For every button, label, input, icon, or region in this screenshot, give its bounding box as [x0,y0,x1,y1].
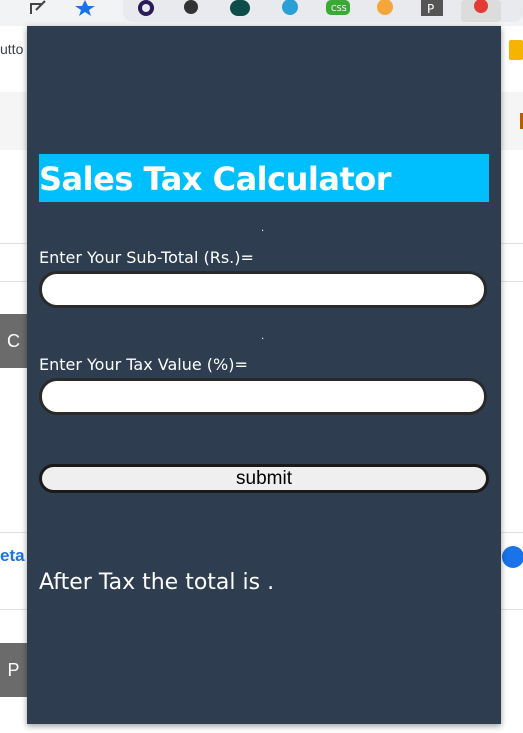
submit-button[interactable]: submit [39,464,489,493]
pie-icon[interactable] [136,0,158,18]
edit-icon[interactable] [28,0,50,18]
avatar: C [0,314,27,368]
avatar-letter: C [7,330,20,351]
separator-dot: . [261,223,265,234]
separator-dot: . [261,331,265,342]
github-icon[interactable] [180,0,202,18]
sales-tax-popup: Sales Tax Calculator . Enter Your Sub-To… [27,26,501,724]
bookmark-icon[interactable] [509,40,523,60]
result-text: After Tax the total is . [39,570,275,595]
page-title: Sales Tax Calculator [39,154,489,202]
cat-icon[interactable] [374,0,396,18]
browser-toolbar: CSS P [0,0,523,26]
css-icon[interactable]: CSS [326,0,350,18]
subtotal-label: Enter Your Sub-Total (Rs.)= [39,248,254,267]
toggle-icon[interactable] [502,546,523,568]
tax-input[interactable] [39,378,487,415]
sale-icon[interactable] [461,0,501,22]
p-icon[interactable]: P [421,0,443,18]
avatar-letter: P [7,659,20,680]
subtotal-input[interactable] [39,271,487,308]
svg-text:CSS: CSS [331,4,347,13]
code-icon[interactable] [279,0,301,18]
tax-label: Enter Your Tax Value (%)= [39,355,248,374]
svg-text:P: P [427,2,434,16]
avatar: P [0,643,27,697]
bookmark-label[interactable]: utto [0,41,23,57]
details-link[interactable]: eta [0,546,25,566]
star-icon[interactable] [74,0,96,18]
binary-icon[interactable] [229,0,251,18]
